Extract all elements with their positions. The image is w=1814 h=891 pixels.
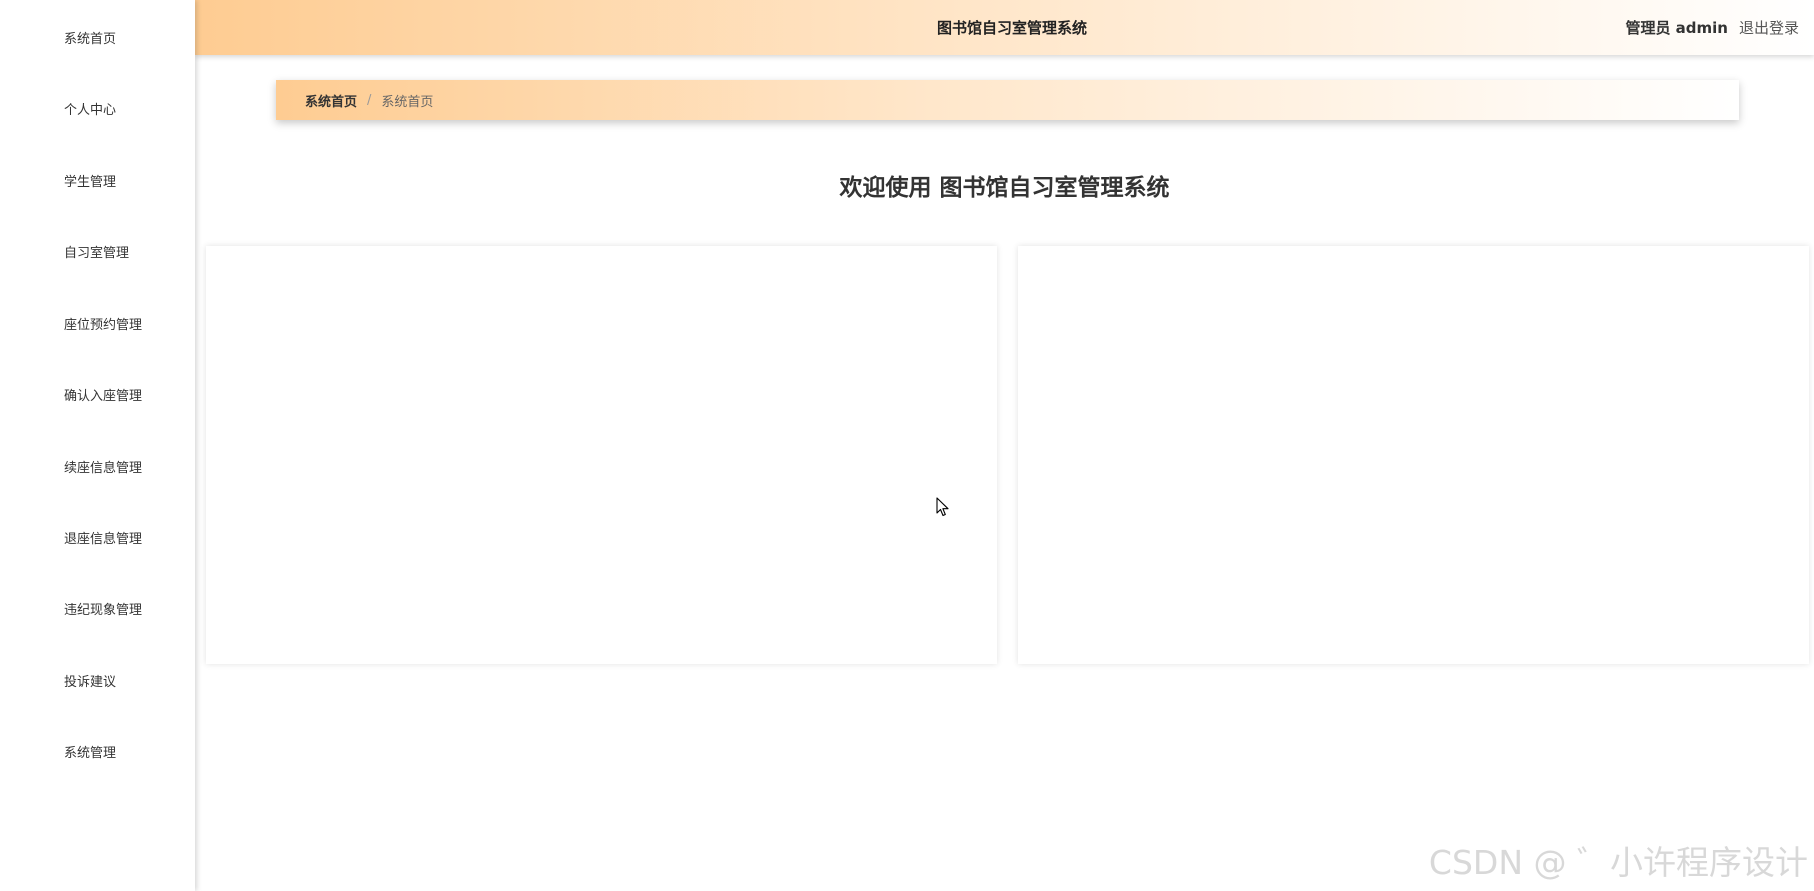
mouse-pointer-icon xyxy=(936,497,949,517)
sidebar-item-violation-management[interactable]: 违纪现象管理 xyxy=(64,602,142,620)
logout-button[interactable]: 退出登录 xyxy=(1739,17,1799,38)
sidebar-item-seat-renewal-management[interactable]: 续座信息管理 xyxy=(64,460,142,478)
breadcrumb-current: 系统首页 xyxy=(381,94,434,110)
top-header: 图书馆自习室管理系统 管理员 admin 退出登录 xyxy=(195,0,1814,55)
welcome-title: 欢迎使用 图书馆自习室管理系统 xyxy=(839,175,1170,201)
sidebar-item-seat-confirmation-management[interactable]: 确认入座管理 xyxy=(64,388,142,406)
breadcrumb: 系统首页 / 系统首页 xyxy=(276,80,1739,120)
dashboard-panel-left xyxy=(206,246,997,664)
current-user: 管理员 admin xyxy=(1625,19,1728,37)
sidebar-item-complaints-suggestions[interactable]: 投诉建议 xyxy=(64,674,116,692)
sidebar-item-study-room-management[interactable]: 自习室管理 xyxy=(64,245,129,263)
sidebar-item-personal-center[interactable]: 个人中心 xyxy=(64,102,116,120)
sidebar-item-seat-return-management[interactable]: 退座信息管理 xyxy=(64,531,142,549)
breadcrumb-separator: / xyxy=(367,92,372,108)
watermark: CSDN @ ゛小许程序设计 xyxy=(1428,843,1808,882)
sidebar-item-student-management[interactable]: 学生管理 xyxy=(64,174,116,192)
dashboard-panel-right xyxy=(1018,246,1809,664)
sidebar-item-seat-reservation-management[interactable]: 座位预约管理 xyxy=(64,317,142,335)
sidebar-item-home[interactable]: 系统首页 xyxy=(64,31,116,49)
sidebar: 系统首页 个人中心 学生管理 自习室管理 座位预约管理 确认入座管理 续座信息管… xyxy=(0,0,195,891)
breadcrumb-home-link[interactable]: 系统首页 xyxy=(305,91,357,110)
app-title: 图书馆自习室管理系统 xyxy=(937,19,1088,37)
sidebar-item-system-management[interactable]: 系统管理 xyxy=(64,745,116,763)
